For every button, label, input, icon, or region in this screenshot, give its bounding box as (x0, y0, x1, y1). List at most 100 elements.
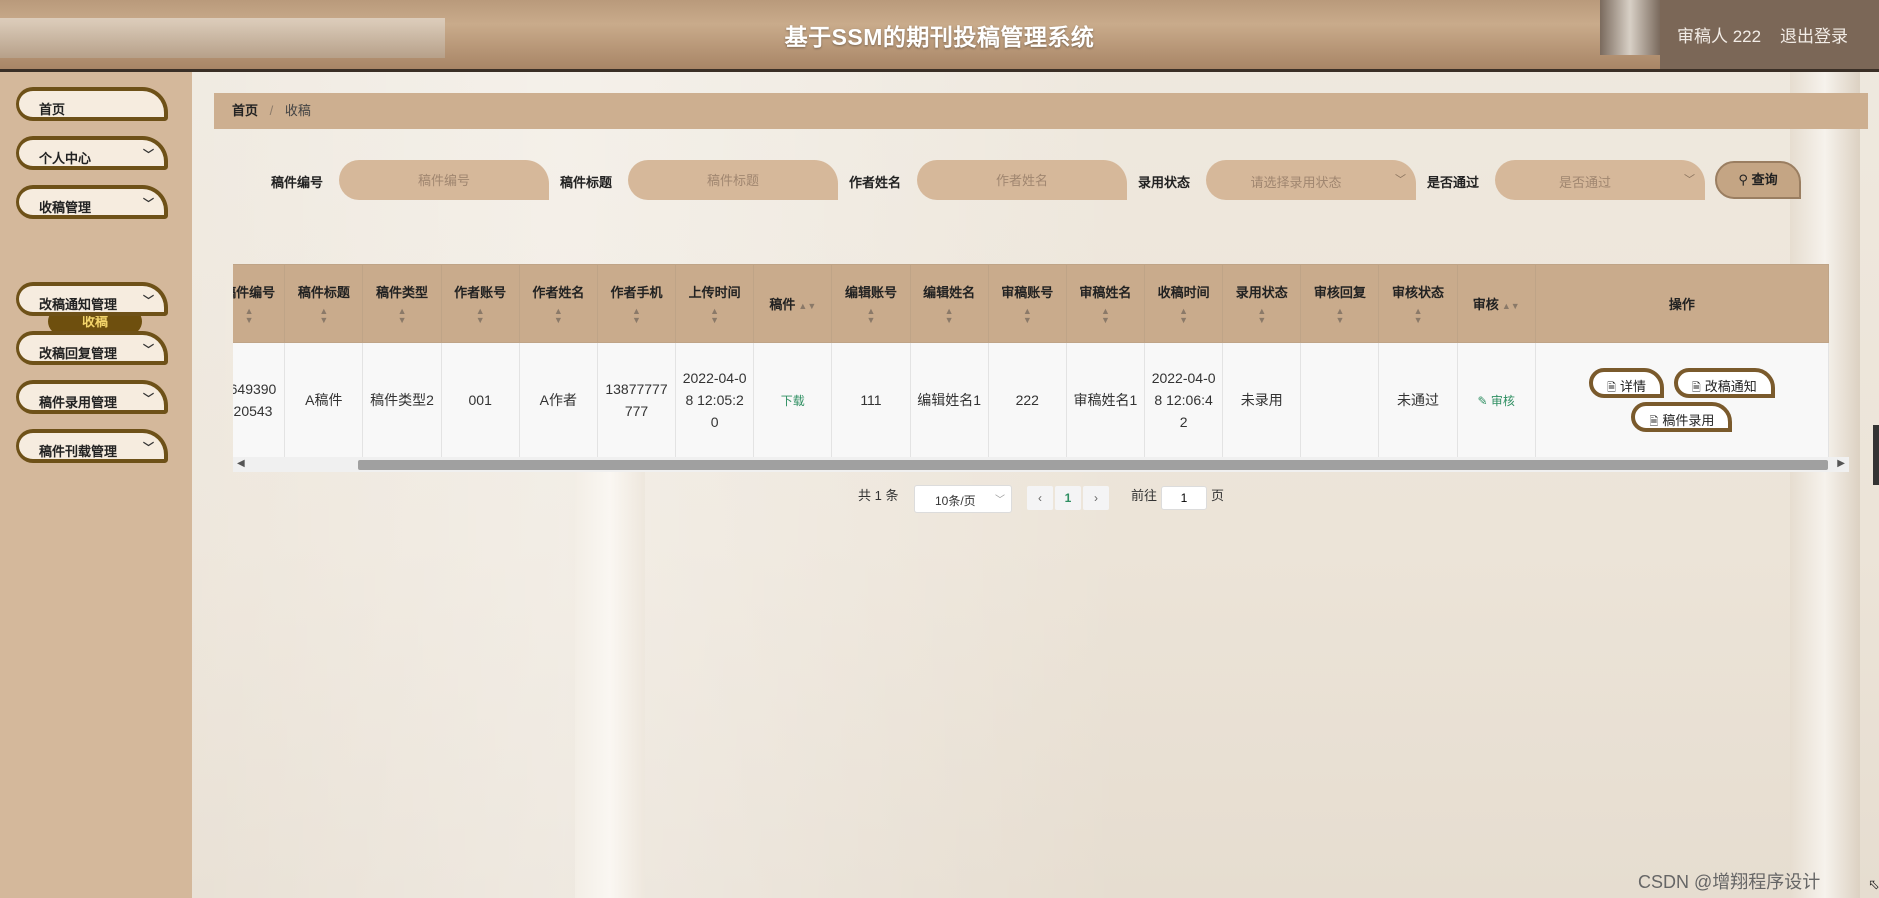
scroll-handle[interactable] (1873, 425, 1879, 485)
select-placeholder: 请选择录用状态 (1250, 175, 1342, 190)
sidebar: 首页 个人中心 ﹀ 收稿管理 ﹀ 收稿 改稿通知管理 ﹀ 改稿回复管理 ﹀ 稿件… (0, 72, 192, 898)
site-title: 基于SSM的期刊投稿管理系统 (784, 24, 1095, 50)
page-size-select[interactable]: 10条/页 ﹀ (914, 485, 1012, 513)
column-header[interactable]: 审核回复 ▲ ▼ (1300, 264, 1380, 343)
sort-icon: ▲▼ (1413, 306, 1423, 325)
search-input-author[interactable] (917, 160, 1127, 200)
sort-icon: ▲▼ (475, 306, 485, 325)
column-header[interactable]: 审核状态 ▲ ▼ (1378, 264, 1458, 343)
cell-upload-time: 2022-04-08 12:05:20 (675, 342, 755, 458)
cell-author-name: A作者 (518, 342, 598, 458)
search-input-id[interactable] (339, 160, 549, 200)
chevron-down-icon: ﹀ (143, 295, 154, 307)
sort-icon: ▲▼ (866, 306, 876, 325)
detail-button[interactable]: 🗎 详情 (1589, 368, 1664, 398)
sidebar-item-publication[interactable]: 稿件刊载管理 ﹀ (16, 429, 168, 463)
select-accept-status[interactable]: 请选择录用状态 ﹀ (1206, 160, 1416, 200)
sort-icon: ▲▼ (710, 306, 720, 325)
cell-review-reply (1300, 342, 1380, 458)
goto-page-input[interactable] (1161, 486, 1207, 510)
prev-page-button[interactable]: ‹ (1027, 486, 1053, 510)
document-icon: 🗎 (1649, 416, 1659, 428)
column-header[interactable]: 作者账号 ▲ ▼ (440, 264, 520, 343)
chevron-down-icon: ﹀ (143, 344, 154, 356)
sort-icon: ▲▼ (1335, 306, 1345, 325)
sidebar-item-revision-notice[interactable]: 改稿通知管理 ﹀ (16, 282, 168, 316)
next-page-button[interactable]: › (1083, 486, 1109, 510)
goto-label: 前往 (1131, 488, 1158, 503)
column-header[interactable]: 编辑账号 ▲ ▼ (831, 264, 911, 343)
sidebar-item-personal-center[interactable]: 个人中心 ﹀ (16, 136, 168, 170)
column-header[interactable]: 稿件 ▲▼ (753, 264, 833, 343)
column-header[interactable]: 录用状态 ▲ ▼ (1222, 264, 1302, 343)
search-button-label: 查询 (1751, 172, 1778, 187)
sort-icon: ▲▼ (1257, 306, 1267, 325)
scroll-left-icon[interactable]: ◀ (237, 458, 245, 469)
table-row: 1649390720543 A稿件 稿件类型2 001 A作者 13877777… (233, 342, 1830, 458)
select-passed[interactable]: 是否通过 ﹀ (1495, 160, 1705, 200)
sort-icon: ▲▼ (319, 306, 329, 325)
chevron-down-icon: ﹀ (995, 495, 1005, 506)
horizontal-scrollbar[interactable]: ◀ ▶ (233, 457, 1849, 472)
cell-receive-time: 2022-04-08 12:06:42 (1144, 342, 1224, 458)
sort-icon: ▲▼ (1022, 306, 1032, 325)
cell-type: 稿件类型2 (362, 342, 442, 458)
scroll-right-icon[interactable]: ▶ (1837, 458, 1845, 469)
logout-link[interactable]: 退出登录 (1780, 22, 1848, 47)
current-user-label: 审稿人 222 (1677, 27, 1762, 46)
search-icon: ⚲ (1738, 172, 1748, 187)
cell-title: A稿件 (284, 342, 364, 458)
page-number[interactable]: 1 (1055, 486, 1081, 510)
column-header[interactable]: 作者姓名 ▲ ▼ (518, 264, 598, 343)
review-link[interactable]: ✎ 审核 (1478, 394, 1515, 408)
document-icon: 🗎 (1607, 382, 1616, 394)
sidebar-item-label: 改稿通知管理 (39, 297, 118, 312)
column-header[interactable]: 上传时间 ▲ ▼ (675, 264, 755, 343)
search-label-passed: 是否通过 (1427, 175, 1480, 190)
sort-icon: ▲▼ (1179, 306, 1189, 325)
column-header[interactable]: 稿件标题 ▲ ▼ (284, 264, 364, 343)
search-button[interactable]: ⚲ 查询 (1715, 161, 1801, 199)
breadcrumb-home[interactable]: 首页 (232, 103, 258, 118)
watermark: CSDN @增翔程序设计 (1638, 872, 1821, 892)
sidebar-item-label: 首页 (39, 102, 66, 117)
sidebar-item-home[interactable]: 首页 (16, 87, 168, 121)
column-header[interactable]: 稿件编号▲▼ (233, 264, 286, 343)
column-header[interactable]: 收稿时间 ▲ ▼ (1144, 264, 1224, 343)
column-header[interactable]: 稿件类型 ▲ ▼ (362, 264, 442, 343)
cursor-icon: ⬁ (1868, 876, 1879, 892)
breadcrumb-current: 收稿 (284, 103, 311, 118)
column-header[interactable]: 审核 ▲▼ (1456, 264, 1536, 343)
column-header[interactable]: 作者手机 ▲ ▼ (596, 264, 677, 343)
sidebar-item-submission-management[interactable]: 收稿管理 ﹀ (16, 185, 168, 219)
chevron-down-icon: ﹀ (143, 442, 154, 454)
sort-icon: ▲▼ (397, 306, 407, 325)
sidebar-item-label: 稿件录用管理 (39, 395, 118, 410)
search-label-author: 作者姓名 (849, 175, 902, 190)
accept-button[interactable]: 🗎 稿件录用 (1631, 402, 1733, 432)
column-header[interactable]: 编辑姓名 ▲ ▼ (909, 264, 989, 343)
cell-accept-status: 未录用 (1222, 342, 1302, 458)
search-input-title[interactable] (628, 160, 838, 200)
sort-icon: ▲▼ (632, 306, 641, 325)
data-table: 稿件编号▲▼ 稿件标题▲▼ 稿件类型▲▼ 作者账号▲▼ 作者姓名▲▼ 作者手机▲… (233, 264, 1830, 458)
column-header[interactable]: 审稿账号 ▲ ▼ (987, 264, 1067, 343)
cell-actions: 🗎 详情 🗎 改稿通知 🗎 稿件录用 (1534, 342, 1830, 458)
cell-editor-name: 编辑姓名1 (909, 342, 989, 458)
page-size-value: 10条/页 (935, 494, 976, 508)
goto-suffix: 页 (1211, 488, 1225, 503)
cell-author-phone: 13877777777 (596, 342, 677, 458)
breadcrumb-separator: / (269, 103, 274, 118)
column-header[interactable]: 审稿姓名 ▲ ▼ (1065, 264, 1146, 343)
download-link[interactable]: 下载 (781, 394, 805, 408)
cell-editor-account: 111 (831, 342, 911, 458)
cell-review: ✎ 审核 (1456, 342, 1536, 458)
scrollbar-thumb[interactable] (358, 460, 1828, 470)
chevron-down-icon: ﹀ (1395, 174, 1406, 186)
sidebar-item-revision-reply[interactable]: 改稿回复管理 ﹀ (16, 331, 168, 365)
data-table-container: 稿件编号▲▼ 稿件标题▲▼ 稿件类型▲▼ 作者账号▲▼ 作者姓名▲▼ 作者手机▲… (233, 264, 1849, 474)
cell-review-status: 未通过 (1378, 342, 1458, 458)
sidebar-item-acceptance[interactable]: 稿件录用管理 ﹀ (16, 380, 168, 414)
revise-notice-button[interactable]: 🗎 改稿通知 (1673, 368, 1775, 398)
sidebar-item-label: 改稿回复管理 (39, 346, 118, 361)
